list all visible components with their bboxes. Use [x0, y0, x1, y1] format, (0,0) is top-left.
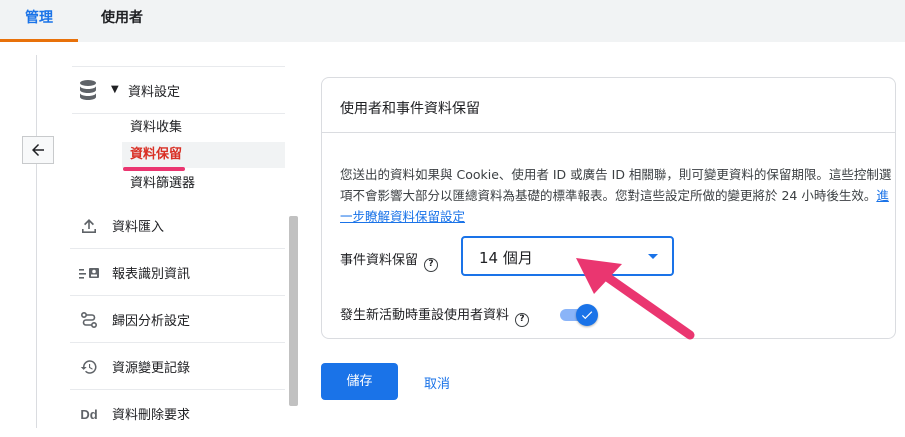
annotation-arrow-icon [576, 258, 695, 340]
sidebar-item-data-import[interactable]: 資料匯入 [70, 202, 285, 249]
help-icon[interactable]: ? [515, 313, 530, 327]
sidebar-item-label: 報表識別資訊 [112, 267, 191, 282]
back-button[interactable] [22, 136, 54, 164]
sidebar-item-change-history[interactable]: 資源變更記錄 [70, 343, 285, 390]
reset-on-activity-label: 發生新活動時重設使用者資料 [340, 308, 510, 323]
cancel-button[interactable]: 取消 [424, 373, 450, 392]
card-divider [322, 132, 895, 133]
top-tab-bar: 管理 使用者 [0, 0, 905, 42]
sidebar-scrollbar[interactable] [289, 216, 298, 406]
sidebar-item-label: 資料刪除要求 [112, 408, 191, 423]
history-icon [78, 356, 100, 378]
data-deletion-icon: Dd [80, 406, 98, 422]
card-description: 您送出的資料如果與 Cookie、使用者 ID 或廣告 ID 相關聯，則可變更資… [340, 164, 900, 227]
nav-divider [36, 55, 37, 428]
sidebar-item-data-retention[interactable]: 資料保留 [122, 142, 285, 168]
help-icon[interactable]: ? [424, 258, 439, 272]
database-icon [80, 80, 96, 100]
sidebar-item-label: 歸因分析設定 [112, 314, 191, 329]
card-title: 使用者和事件資料保留 [340, 101, 480, 117]
sidebar-section-label: 資料設定 [128, 85, 181, 100]
event-retention-row: 事件資料保留? [340, 249, 439, 272]
sidebar-item-attribution-settings[interactable]: 歸因分析設定 [70, 296, 285, 343]
event-retention-value: 14 個月 [479, 249, 533, 267]
identity-icon [78, 262, 100, 284]
sidebar-section-data-settings[interactable]: ▼ 資料設定 [72, 66, 285, 114]
attribution-icon [78, 309, 100, 331]
tab-admin[interactable]: 管理 [0, 0, 78, 42]
sidebar-item-data-deletion[interactable]: Dd 資料刪除要求 [70, 390, 285, 437]
event-retention-label: 事件資料保留 [340, 253, 419, 268]
sidebar-item-reporting-identity[interactable]: 報表識別資訊 [70, 249, 285, 296]
arrow-left-icon [32, 144, 44, 156]
caret-down-icon: ▼ [111, 84, 119, 95]
tab-user[interactable]: 使用者 [90, 0, 154, 42]
reset-on-activity-row: 發生新活動時重設使用者資料? [340, 304, 530, 327]
description-text: 您送出的資料如果與 Cookie、使用者 ID 或廣告 ID 相關聯，則可變更資… [340, 167, 892, 203]
sidebar-item-data-filters[interactable]: 資料篩選器 [122, 171, 285, 197]
save-button[interactable]: 儲存 [321, 363, 398, 400]
upload-icon [78, 215, 100, 237]
sidebar-item-data-collection[interactable]: 資料收集 [122, 115, 285, 141]
sidebar-item-label: 資源變更記錄 [112, 361, 191, 376]
sidebar-item-label: 資料匯入 [112, 220, 165, 235]
